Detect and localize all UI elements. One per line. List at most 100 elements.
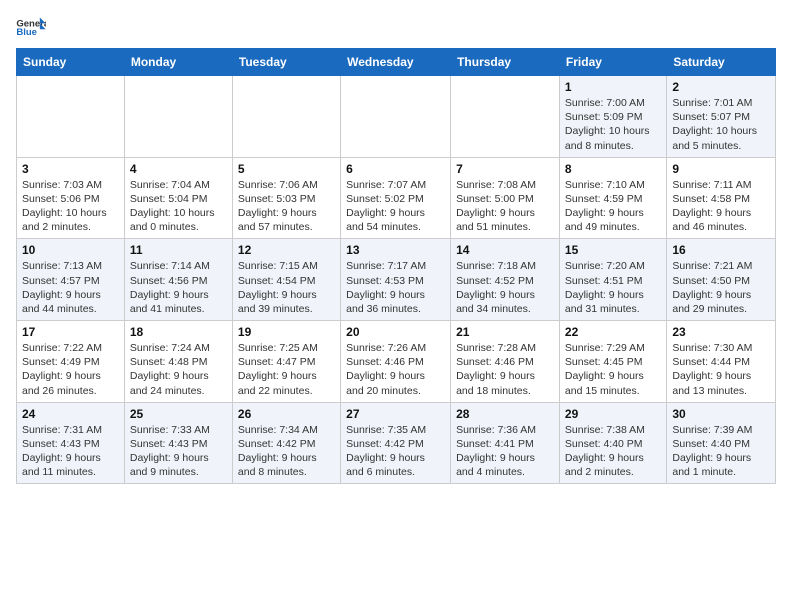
day-cell: 13Sunrise: 7:17 AM Sunset: 4:53 PM Dayli… — [341, 239, 451, 321]
svg-text:Blue: Blue — [16, 27, 37, 38]
week-row-1: 1 Sunrise: 7:00 AM Sunset: 5:09 PM Daylig… — [17, 76, 776, 158]
day-info: Sunrise: 7:08 AM Sunset: 5:00 PM Dayligh… — [456, 178, 554, 235]
day-number: 1 — [565, 80, 661, 94]
day-info: Sunrise: 7:20 AM Sunset: 4:51 PM Dayligh… — [565, 259, 661, 316]
weekday-header-wednesday: Wednesday — [341, 49, 451, 76]
day-info: Sunrise: 7:00 AM Sunset: 5:09 PM Dayligh… — [565, 96, 661, 153]
day-cell: 18 Sunrise: 7:24 AM Sunset: 4:48 PM Dayli… — [124, 321, 232, 403]
day-number: 4 — [130, 162, 227, 176]
logo-icon: General Blue — [16, 16, 46, 38]
day-info: Sunrise: 7:03 AM Sunset: 5:06 PM Dayligh… — [22, 178, 119, 235]
day-number: 9 — [672, 162, 770, 176]
logo: General Blue — [16, 16, 46, 38]
day-info: Sunrise: 7:22 AM Sunset: 4:49 PM Dayligh… — [22, 341, 119, 398]
day-number: 7 — [456, 162, 554, 176]
day-cell: 11Sunrise: 7:14 AM Sunset: 4:56 PM Dayli… — [124, 239, 232, 321]
day-number: 26 — [238, 407, 335, 421]
day-number: 25 — [130, 407, 227, 421]
day-info: Sunrise: 7:38 AM Sunset: 4:40 PM Dayligh… — [565, 423, 661, 480]
day-info: Sunrise: 7:15 AM Sunset: 4:54 PM Dayligh… — [238, 259, 335, 316]
day-info: Sunrise: 7:35 AM Sunset: 4:42 PM Dayligh… — [346, 423, 445, 480]
day-info: Sunrise: 7:25 AM Sunset: 4:47 PM Dayligh… — [238, 341, 335, 398]
day-info: Sunrise: 7:26 AM Sunset: 4:46 PM Dayligh… — [346, 341, 445, 398]
day-cell: 19 Sunrise: 7:25 AM Sunset: 4:47 PM Dayli… — [232, 321, 340, 403]
week-row-2: 3 Sunrise: 7:03 AM Sunset: 5:06 PM Daylig… — [17, 157, 776, 239]
day-number: 12 — [238, 243, 335, 257]
day-info: Sunrise: 7:01 AM Sunset: 5:07 PM Dayligh… — [672, 96, 770, 153]
weekday-header-saturday: Saturday — [667, 49, 776, 76]
day-number: 5 — [238, 162, 335, 176]
weekday-header-thursday: Thursday — [451, 49, 560, 76]
day-info: Sunrise: 7:10 AM Sunset: 4:59 PM Dayligh… — [565, 178, 661, 235]
day-number: 11 — [130, 243, 227, 257]
day-number: 16 — [672, 243, 770, 257]
day-cell — [17, 76, 125, 158]
day-cell: 16 Sunrise: 7:21 AM Sunset: 4:50 PM Dayli… — [667, 239, 776, 321]
day-cell: 10Sunrise: 7:13 AM Sunset: 4:57 PM Dayli… — [17, 239, 125, 321]
day-info: Sunrise: 7:24 AM Sunset: 4:48 PM Dayligh… — [130, 341, 227, 398]
day-info: Sunrise: 7:31 AM Sunset: 4:43 PM Dayligh… — [22, 423, 119, 480]
day-info: Sunrise: 7:30 AM Sunset: 4:44 PM Dayligh… — [672, 341, 770, 398]
day-number: 22 — [565, 325, 661, 339]
day-cell: 3 Sunrise: 7:03 AM Sunset: 5:06 PM Daylig… — [17, 157, 125, 239]
day-cell: 28Sunrise: 7:36 AM Sunset: 4:41 PM Dayli… — [451, 402, 560, 484]
day-number: 20 — [346, 325, 445, 339]
day-number: 29 — [565, 407, 661, 421]
day-cell: 26 Sunrise: 7:34 AM Sunset: 4:42 PM Dayli… — [232, 402, 340, 484]
weekday-header-row: SundayMondayTuesdayWednesdayThursdayFrid… — [17, 49, 776, 76]
day-cell: 29 Sunrise: 7:38 AM Sunset: 4:40 PM Dayli… — [559, 402, 666, 484]
day-cell: 17Sunrise: 7:22 AM Sunset: 4:49 PM Dayli… — [17, 321, 125, 403]
weekday-header-sunday: Sunday — [17, 49, 125, 76]
day-info: Sunrise: 7:33 AM Sunset: 4:43 PM Dayligh… — [130, 423, 227, 480]
day-number: 27 — [346, 407, 445, 421]
day-number: 6 — [346, 162, 445, 176]
day-number: 30 — [672, 407, 770, 421]
week-row-5: 24 Sunrise: 7:31 AM Sunset: 4:43 PM Dayli… — [17, 402, 776, 484]
day-cell: 14Sunrise: 7:18 AM Sunset: 4:52 PM Dayli… — [451, 239, 560, 321]
calendar-body: 1 Sunrise: 7:00 AM Sunset: 5:09 PM Daylig… — [17, 76, 776, 484]
day-number: 3 — [22, 162, 119, 176]
day-cell: 23 Sunrise: 7:30 AM Sunset: 4:44 PM Dayli… — [667, 321, 776, 403]
day-cell: 25 Sunrise: 7:33 AM Sunset: 4:43 PM Dayli… — [124, 402, 232, 484]
week-row-4: 17Sunrise: 7:22 AM Sunset: 4:49 PM Dayli… — [17, 321, 776, 403]
day-cell: 1 Sunrise: 7:00 AM Sunset: 5:09 PM Daylig… — [559, 76, 666, 158]
day-cell: 20 Sunrise: 7:26 AM Sunset: 4:46 PM Dayli… — [341, 321, 451, 403]
day-cell — [341, 76, 451, 158]
day-cell: 24 Sunrise: 7:31 AM Sunset: 4:43 PM Dayli… — [17, 402, 125, 484]
day-cell: 8 Sunrise: 7:10 AM Sunset: 4:59 PM Daylig… — [559, 157, 666, 239]
week-row-3: 10Sunrise: 7:13 AM Sunset: 4:57 PM Dayli… — [17, 239, 776, 321]
day-info: Sunrise: 7:06 AM Sunset: 5:03 PM Dayligh… — [238, 178, 335, 235]
day-number: 21 — [456, 325, 554, 339]
day-cell: 21 Sunrise: 7:28 AM Sunset: 4:46 PM Dayli… — [451, 321, 560, 403]
day-cell — [124, 76, 232, 158]
day-cell: 12 Sunrise: 7:15 AM Sunset: 4:54 PM Dayli… — [232, 239, 340, 321]
day-number: 2 — [672, 80, 770, 94]
day-info: Sunrise: 7:28 AM Sunset: 4:46 PM Dayligh… — [456, 341, 554, 398]
weekday-header-friday: Friday — [559, 49, 666, 76]
day-number: 18 — [130, 325, 227, 339]
day-number: 10 — [22, 243, 119, 257]
day-info: Sunrise: 7:21 AM Sunset: 4:50 PM Dayligh… — [672, 259, 770, 316]
day-cell: 2 Sunrise: 7:01 AM Sunset: 5:07 PM Daylig… — [667, 76, 776, 158]
day-number: 19 — [238, 325, 335, 339]
page-header: General Blue — [16, 16, 776, 38]
day-info: Sunrise: 7:29 AM Sunset: 4:45 PM Dayligh… — [565, 341, 661, 398]
day-info: Sunrise: 7:39 AM Sunset: 4:40 PM Dayligh… — [672, 423, 770, 480]
weekday-header-tuesday: Tuesday — [232, 49, 340, 76]
day-info: Sunrise: 7:04 AM Sunset: 5:04 PM Dayligh… — [130, 178, 227, 235]
day-number: 8 — [565, 162, 661, 176]
day-cell — [451, 76, 560, 158]
day-number: 14 — [456, 243, 554, 257]
day-cell: 22 Sunrise: 7:29 AM Sunset: 4:45 PM Dayli… — [559, 321, 666, 403]
day-number: 23 — [672, 325, 770, 339]
day-cell: 30 Sunrise: 7:39 AM Sunset: 4:40 PM Dayli… — [667, 402, 776, 484]
day-number: 24 — [22, 407, 119, 421]
day-info: Sunrise: 7:07 AM Sunset: 5:02 PM Dayligh… — [346, 178, 445, 235]
day-info: Sunrise: 7:34 AM Sunset: 4:42 PM Dayligh… — [238, 423, 335, 480]
day-cell: 5 Sunrise: 7:06 AM Sunset: 5:03 PM Daylig… — [232, 157, 340, 239]
weekday-header-monday: Monday — [124, 49, 232, 76]
day-cell: 15Sunrise: 7:20 AM Sunset: 4:51 PM Dayli… — [559, 239, 666, 321]
day-cell: 6 Sunrise: 7:07 AM Sunset: 5:02 PM Daylig… — [341, 157, 451, 239]
day-number: 13 — [346, 243, 445, 257]
day-cell — [232, 76, 340, 158]
